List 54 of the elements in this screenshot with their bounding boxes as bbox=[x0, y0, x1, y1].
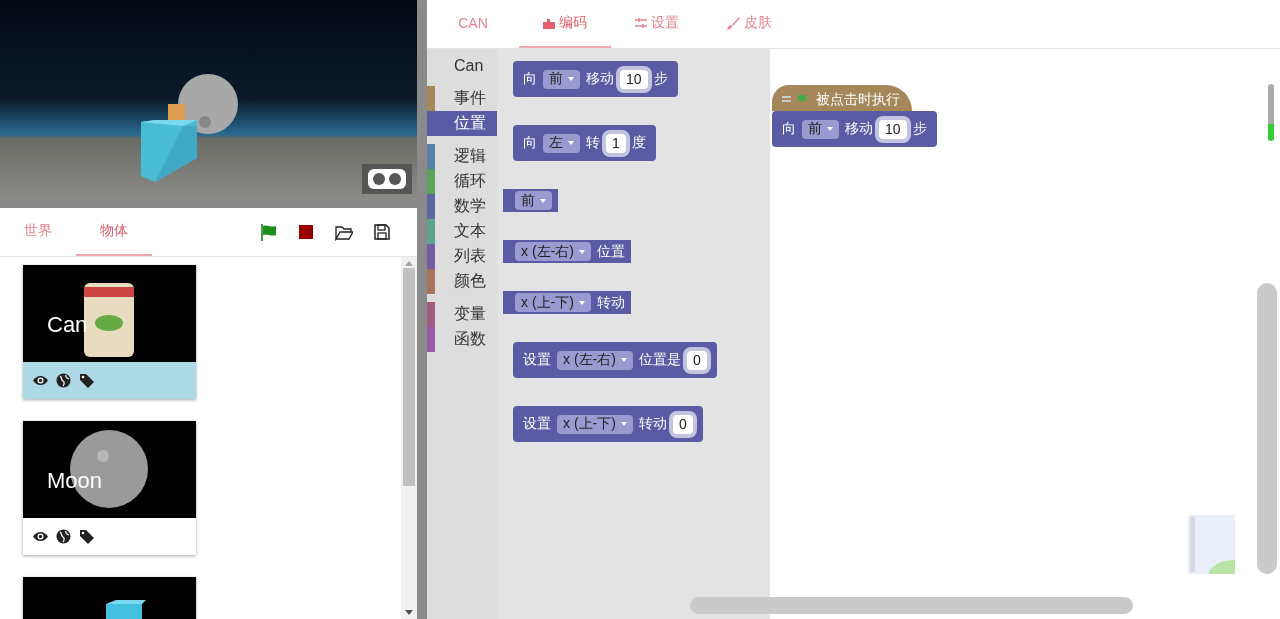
block-label: 设置 bbox=[523, 351, 551, 369]
code-block[interactable]: 向 左 转 1 度 bbox=[513, 125, 656, 161]
block-label: 转动 bbox=[638, 415, 667, 433]
vr-headset-icon bbox=[367, 167, 407, 191]
block-label: 被点击时执行 bbox=[816, 91, 900, 109]
folder-icon[interactable] bbox=[335, 223, 353, 241]
toolbox-category[interactable]: 位置 bbox=[427, 111, 497, 136]
block-dropdown[interactable]: x (左-右) bbox=[557, 350, 633, 370]
brush-icon bbox=[726, 16, 740, 30]
block-label: 移动 bbox=[586, 70, 614, 88]
code-block[interactable]: 设置 x (上-下) 转动 0 bbox=[513, 406, 703, 442]
mini-scrollbar[interactable] bbox=[1268, 84, 1274, 141]
block-label: 步 bbox=[653, 70, 668, 88]
puzzle-icon bbox=[543, 17, 555, 29]
block-label: 向 bbox=[782, 120, 796, 138]
block-dropdown[interactable]: 前 bbox=[802, 119, 839, 139]
block-label: 向 bbox=[523, 134, 537, 152]
tag-icon[interactable] bbox=[79, 373, 94, 388]
code-block[interactable]: x (左-右) 位置 bbox=[503, 240, 631, 263]
block-dropdown[interactable]: 前 bbox=[515, 191, 552, 210]
block-label: 步 bbox=[912, 120, 927, 138]
code-block[interactable]: x (上-下) 转动 bbox=[503, 291, 631, 314]
save-icon[interactable] bbox=[373, 223, 391, 241]
block-dropdown[interactable]: x (上-下) bbox=[557, 414, 633, 434]
block-label: 位置 bbox=[596, 242, 625, 261]
vr-button[interactable] bbox=[362, 164, 412, 194]
eye-icon[interactable] bbox=[33, 373, 48, 388]
code-block[interactable]: 设置 x (左-右) 位置是 0 bbox=[513, 342, 717, 378]
globe-icon[interactable] bbox=[56, 373, 71, 388]
code-block[interactable]: 向 前 移动 10 步 bbox=[513, 61, 678, 97]
scrollbar[interactable] bbox=[401, 257, 417, 619]
sliders-icon bbox=[635, 17, 647, 29]
toolbox-category[interactable]: Can bbox=[427, 53, 497, 78]
block-label: 移动 bbox=[845, 120, 873, 138]
block-label: 度 bbox=[631, 134, 646, 152]
code-block[interactable]: 向 前 移动 10 步 bbox=[772, 111, 937, 147]
block-label: 设置 bbox=[523, 415, 551, 433]
block-label: 向 bbox=[523, 70, 537, 88]
code-block[interactable]: 前 bbox=[503, 189, 558, 212]
block-label: 转动 bbox=[596, 293, 625, 312]
block-dropdown[interactable]: 前 bbox=[543, 69, 580, 89]
cube-drawing bbox=[105, 600, 146, 619]
tag-icon[interactable] bbox=[79, 529, 94, 544]
block-dropdown[interactable]: 左 bbox=[543, 133, 580, 153]
globe-icon[interactable] bbox=[56, 529, 71, 544]
block-label: 位置是 bbox=[638, 351, 681, 369]
block-label: 转 bbox=[586, 134, 600, 152]
block-dropdown[interactable]: x (上-下) bbox=[515, 293, 591, 312]
stop-icon[interactable] bbox=[297, 223, 315, 241]
scrollbar[interactable] bbox=[690, 597, 1133, 614]
block-dropdown[interactable]: x (左-右) bbox=[515, 242, 591, 261]
panel-tab[interactable]: 物体 bbox=[76, 208, 152, 256]
scrollbar[interactable] bbox=[1257, 283, 1277, 574]
eye-icon[interactable] bbox=[33, 529, 48, 544]
